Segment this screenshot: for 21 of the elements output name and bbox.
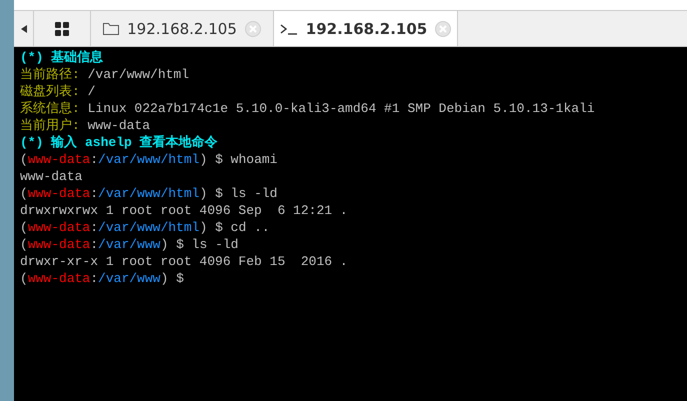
info-line: 当前用户: www-data bbox=[20, 117, 150, 134]
tab-label: 192.168.2.105 bbox=[127, 20, 237, 38]
tab-label: 192.168.2.105 bbox=[306, 20, 428, 38]
output-line: drwxrwxrwx 1 root root 4096 Sep 6 12:21 . bbox=[20, 202, 348, 219]
command-line: (www-data:/var/www) $ bbox=[20, 270, 184, 287]
tab[interactable]: 192.168.2.105 bbox=[274, 11, 458, 46]
section-heading: (*) 基础信息 bbox=[20, 49, 104, 66]
info-line: 系统信息: Linux 022a7b174c1e 5.10.0-kali3-amd64 #1 SMP Debian 5.10.13-1kali bbox=[20, 100, 595, 117]
command-line: (www-data:/var/www/html) $ whoami bbox=[20, 151, 278, 168]
info-line: 当前路径: /var/www/html bbox=[20, 66, 190, 83]
grid-icon bbox=[55, 22, 69, 36]
command-line: (www-data:/var/www/html) $ ls -ld bbox=[20, 185, 278, 202]
terminal-icon bbox=[280, 22, 298, 34]
section-heading: (*) 输入 ashelp 查看本地命令 bbox=[20, 134, 218, 151]
output-line: www-data bbox=[20, 168, 82, 185]
caret-icon bbox=[20, 24, 26, 32]
info-line: 磁盘列表: / bbox=[20, 83, 96, 100]
command-line: (www-data:/var/www/html) $ cd .. bbox=[20, 219, 270, 236]
folder-icon bbox=[103, 22, 120, 35]
output-line: drwxr-xr-x 1 root root 4096 Feb 15 2016 . bbox=[20, 253, 348, 270]
command-line: (www-data:/var/www) $ ls -ld bbox=[20, 236, 238, 253]
